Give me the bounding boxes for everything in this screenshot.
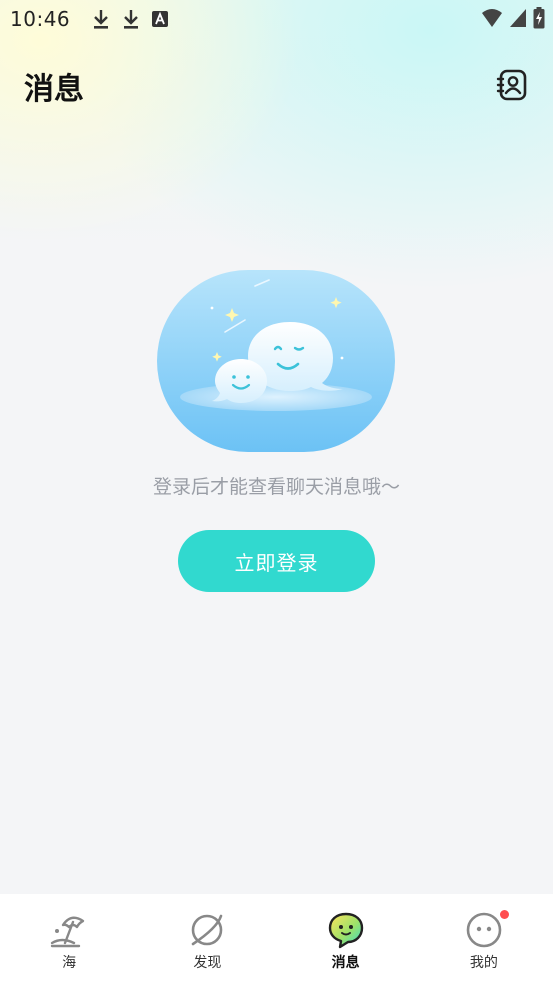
- page-title: 消息: [24, 72, 84, 107]
- status-time: 10:46: [10, 7, 71, 31]
- nav-label: 发现: [193, 955, 222, 971]
- nav-label: 我的: [469, 955, 498, 971]
- login-hint-text: 登录后才能查看聊天消息哦～: [152, 476, 400, 498]
- download-icon: [124, 10, 139, 29]
- status-bar: 10:46: [0, 0, 553, 38]
- nav-item-sea[interactable]: 海: [0, 894, 138, 984]
- bottom-nav: 海 发现 消息 我的: [0, 894, 553, 984]
- chat-bubbles-illustration: [157, 270, 395, 452]
- contacts-button[interactable]: [493, 66, 531, 104]
- signal-icon: [510, 9, 526, 27]
- wifi-icon: [482, 9, 502, 27]
- status-notification-icons: [92, 8, 169, 30]
- nav-item-discover[interactable]: 发现: [138, 894, 276, 984]
- text-a-icon: [152, 11, 169, 27]
- status-system-icons: [481, 7, 545, 29]
- face-icon: [464, 910, 504, 950]
- login-now-button[interactable]: 立即登录: [178, 530, 375, 592]
- message-bubble-icon: [326, 910, 366, 950]
- nav-label: 消息: [331, 955, 360, 971]
- nav-item-mine[interactable]: 我的: [415, 894, 553, 984]
- contacts-book-icon: [496, 69, 527, 101]
- messages-screen: 10:46 消息 登录后才能查看聊天消息哦～ 立即登录 海 发现 消息 我的: [0, 0, 553, 984]
- nav-item-messages[interactable]: 消息: [277, 894, 415, 984]
- notification-badge-dot: [499, 910, 509, 919]
- download-icon: [94, 10, 109, 29]
- battery-charging-icon: [533, 7, 545, 29]
- beach-umbrella-icon: [49, 910, 89, 950]
- nav-label: 海: [62, 955, 77, 971]
- planet-icon: [187, 910, 227, 950]
